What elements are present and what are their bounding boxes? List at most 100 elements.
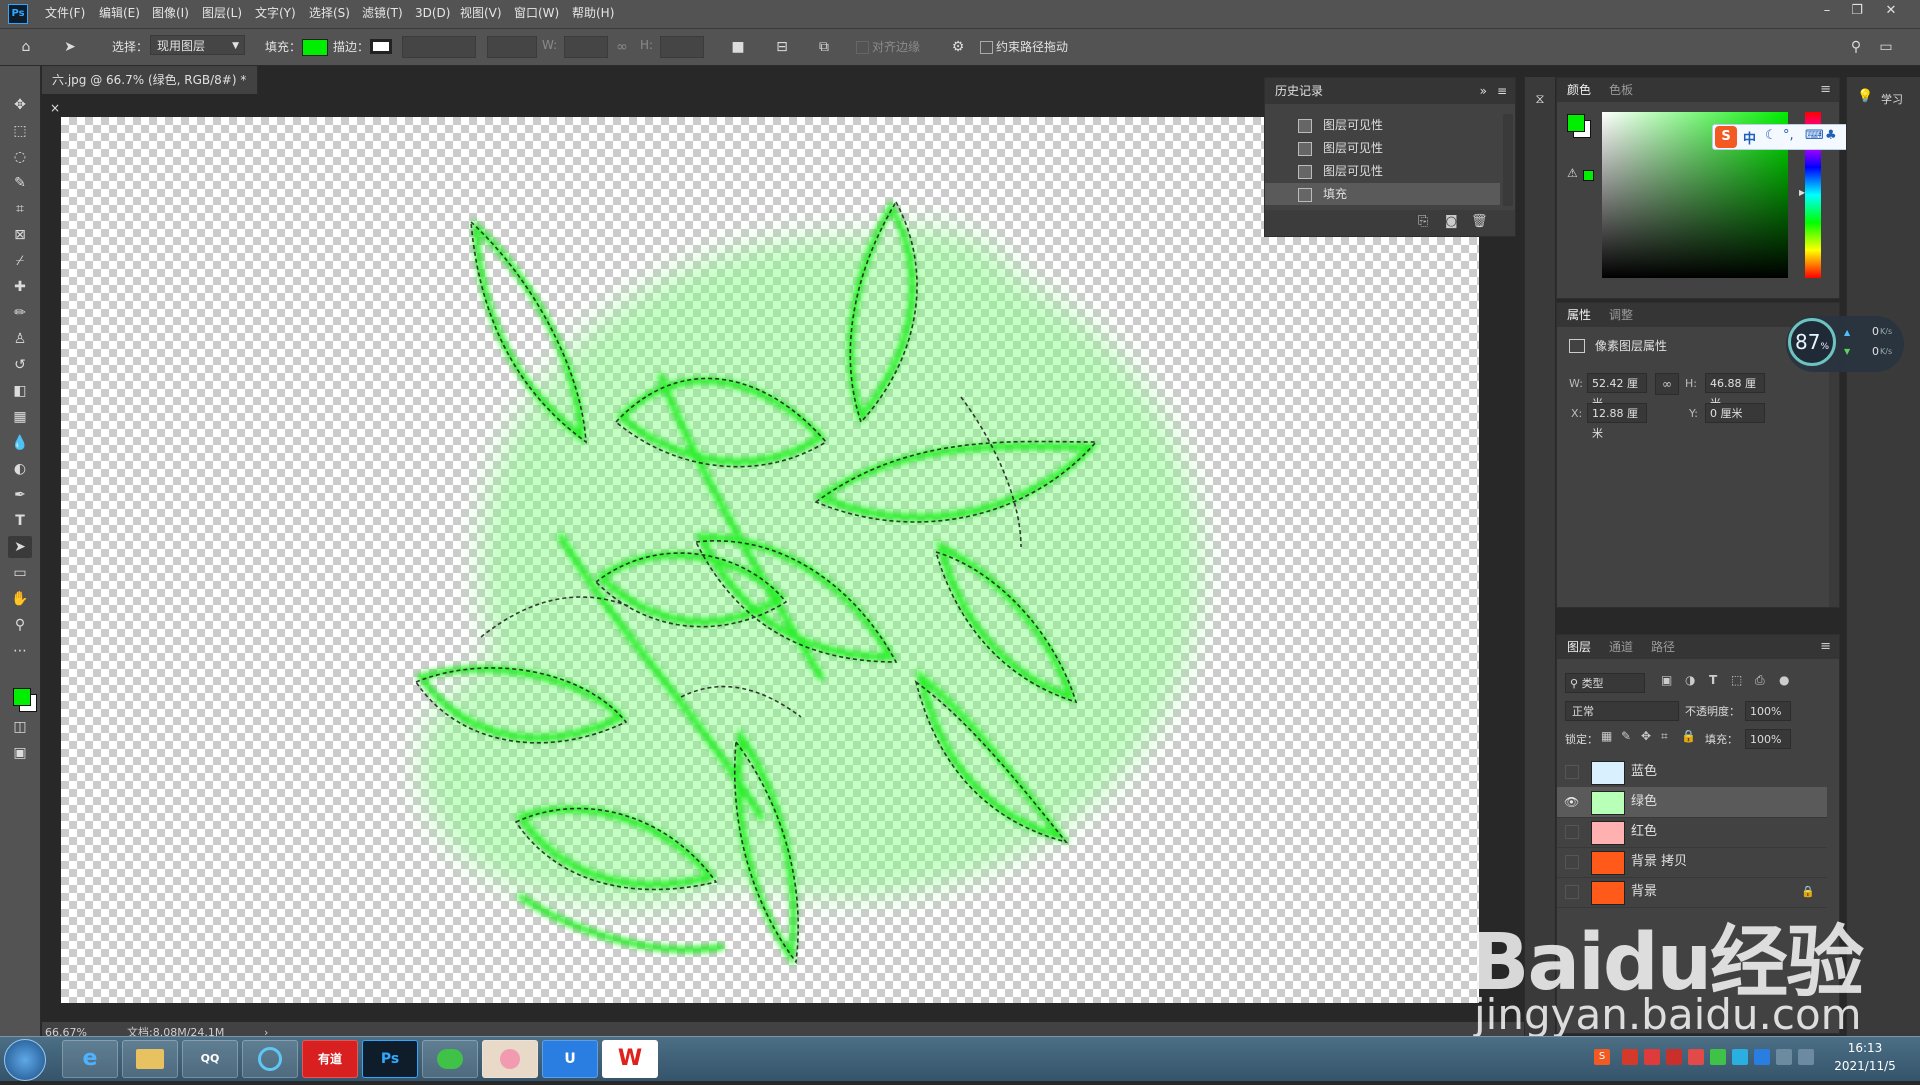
gradient-tool-icon[interactable]: ▦ <box>8 406 32 428</box>
select-dropdown[interactable]: 现用图层 ▼ <box>150 35 245 55</box>
tray-app-icon[interactable] <box>1688 1049 1704 1065</box>
layer-row-selected[interactable]: 👁 绿色 <box>1557 787 1827 818</box>
tab-color[interactable]: 颜色 <box>1567 78 1591 104</box>
height-field[interactable]: 46.88 厘米 <box>1705 373 1765 410</box>
collapse-icon[interactable]: » <box>1480 78 1487 104</box>
tab-swatches[interactable]: 色板 <box>1609 78 1633 104</box>
tray-app-icon[interactable] <box>1666 1049 1682 1065</box>
tray-wechat-icon[interactable] <box>1710 1049 1726 1065</box>
lock-paint-icon[interactable]: ✎ <box>1621 729 1631 743</box>
tray-sogou-icon[interactable]: S <box>1594 1049 1610 1065</box>
screen-mode-icon[interactable]: ▣ <box>8 742 32 764</box>
link-icon[interactable]: ∞ <box>612 37 632 57</box>
close-window-button[interactable]: ✕ <box>1876 0 1906 24</box>
blur-tool-icon[interactable]: 💧 <box>8 432 32 454</box>
search-icon[interactable]: ⚲ <box>1846 37 1866 57</box>
healing-brush-tool-icon[interactable]: ✚ <box>8 276 32 298</box>
type-tool-icon[interactable]: T <box>8 510 32 532</box>
menu-window[interactable]: 窗口(W) <box>514 0 559 28</box>
align-edges-checkbox[interactable] <box>856 41 869 54</box>
more-tools-icon[interactable]: ⋯ <box>8 640 32 662</box>
menu-type[interactable]: 文字(Y) <box>255 0 296 28</box>
filter-adjustment-icon[interactable]: ◑ <box>1685 673 1695 687</box>
clock-time[interactable]: 16:13 <box>1830 1041 1900 1055</box>
menu-layer[interactable]: 图层(L) <box>202 0 242 28</box>
learn-label[interactable]: 学习 <box>1881 91 1903 107</box>
home-icon[interactable]: ⌂ <box>16 37 36 57</box>
constrain-path-checkbox[interactable] <box>980 41 993 54</box>
shape-tool-icon[interactable]: ▭ <box>8 562 32 584</box>
opacity-field[interactable]: 100% <box>1745 701 1791 721</box>
blend-mode-dropdown[interactable]: 正常 <box>1565 701 1679 721</box>
punctuation-icon[interactable]: °, <box>1783 128 1794 143</box>
sogou-logo-icon[interactable]: S <box>1715 126 1737 148</box>
filter-toggle-icon[interactable]: ● <box>1779 673 1789 687</box>
menu-select[interactable]: 选择(S) <box>309 0 350 28</box>
marquee-tool-icon[interactable]: ⬚ <box>8 120 32 142</box>
taskbar-photoshop[interactable]: Ps <box>362 1040 418 1078</box>
history-row[interactable]: 图层可见性 <box>1265 114 1500 136</box>
restore-button[interactable]: ❐ <box>1842 0 1872 24</box>
stroke-width-field[interactable] <box>402 36 476 58</box>
gamut-swatch[interactable] <box>1583 170 1594 181</box>
tab-channels[interactable]: 通道 <box>1609 635 1633 661</box>
move-tool-icon[interactable]: ✥ <box>8 94 32 116</box>
y-field[interactable]: 0 厘米 <box>1705 403 1765 423</box>
hand-tool-icon[interactable]: ✋ <box>8 588 32 610</box>
tray-app-icon[interactable] <box>1644 1049 1660 1065</box>
history-scrollbar[interactable] <box>1503 114 1513 206</box>
pen-tool-icon[interactable]: ✒ <box>8 484 32 506</box>
lock-transparent-icon[interactable]: ▦ <box>1601 729 1612 743</box>
keyboard-icon[interactable]: ⌨ <box>1805 128 1824 143</box>
eraser-tool-icon[interactable]: ◧ <box>8 380 32 402</box>
width-field[interactable] <box>564 36 608 58</box>
layer-row[interactable]: 红色 <box>1557 817 1827 848</box>
frame-tool-icon[interactable]: ⊠ <box>8 224 32 246</box>
eye-icon[interactable]: 👁 <box>1564 787 1579 817</box>
layer-filter-dropdown[interactable]: ⚲ 类型 <box>1565 673 1645 693</box>
taskbar-app[interactable] <box>482 1040 538 1078</box>
panel-menu-icon[interactable]: ≡ <box>1497 78 1507 104</box>
document-tab[interactable]: 六.jpg @ 66.7% (绿色, RGB/8#) * × <box>42 66 258 115</box>
lasso-tool-icon[interactable]: ◌ <box>8 146 32 168</box>
taskbar-wps[interactable]: W <box>602 1040 658 1078</box>
canvas[interactable] <box>61 117 1479 1003</box>
fill-swatch[interactable] <box>302 39 328 56</box>
visibility-toggle[interactable] <box>1565 825 1579 839</box>
stamp-tool-icon[interactable]: ♙ <box>8 328 32 350</box>
tab-paths[interactable]: 路径 <box>1651 635 1675 661</box>
path-selection-tool-icon[interactable]: ➤ <box>60 37 80 57</box>
workspace-icon[interactable]: ▭ <box>1876 37 1896 57</box>
link-icon[interactable]: ∞ <box>1655 373 1679 395</box>
layer-row[interactable]: 蓝色 <box>1557 757 1827 788</box>
visibility-toggle[interactable] <box>1565 885 1579 899</box>
dodge-tool-icon[interactable]: ◐ <box>8 458 32 480</box>
layer-row[interactable]: 背景 拷贝 <box>1557 847 1827 878</box>
taskbar-browser[interactable] <box>242 1040 298 1078</box>
height-field[interactable] <box>660 36 704 58</box>
clock-date[interactable]: 2021/11/5 <box>1830 1059 1900 1073</box>
tray-app-icon[interactable] <box>1732 1049 1748 1065</box>
filter-pixel-icon[interactable]: ▣ <box>1661 673 1672 687</box>
minimize-button[interactable]: – <box>1812 0 1842 24</box>
tray-network-icon[interactable] <box>1776 1049 1792 1065</box>
width-field[interactable]: 52.42 厘米 <box>1587 373 1647 410</box>
lightbulb-icon[interactable]: 💡 <box>1857 89 1873 104</box>
history-row-selected[interactable]: 填充 <box>1265 183 1500 205</box>
taskbar-ie[interactable]: e <box>62 1040 118 1078</box>
menu-image[interactable]: 图像(I) <box>152 0 189 28</box>
close-document-icon[interactable]: × <box>42 101 60 115</box>
camera-icon[interactable]: ◙ <box>1445 214 1458 229</box>
tray-shield-icon[interactable] <box>1754 1049 1770 1065</box>
zoom-tool-icon[interactable]: ⚲ <box>8 614 32 636</box>
x-field[interactable]: 12.88 厘米 <box>1587 403 1647 440</box>
lock-all-icon[interactable]: 🔒 <box>1681 729 1696 743</box>
lock-artboard-icon[interactable]: ⌗ <box>1661 729 1668 744</box>
quick-mask-icon[interactable]: ◫ <box>8 716 32 738</box>
brush-tool-icon[interactable]: ✏ <box>8 302 32 324</box>
taskbar-wechat[interactable] <box>422 1040 478 1078</box>
tray-volume-icon[interactable] <box>1798 1049 1814 1065</box>
history-brush-tool-icon[interactable]: ↺ <box>8 354 32 376</box>
ime-mode-label[interactable]: 中 <box>1743 128 1756 147</box>
tray-app-icon[interactable] <box>1622 1049 1638 1065</box>
